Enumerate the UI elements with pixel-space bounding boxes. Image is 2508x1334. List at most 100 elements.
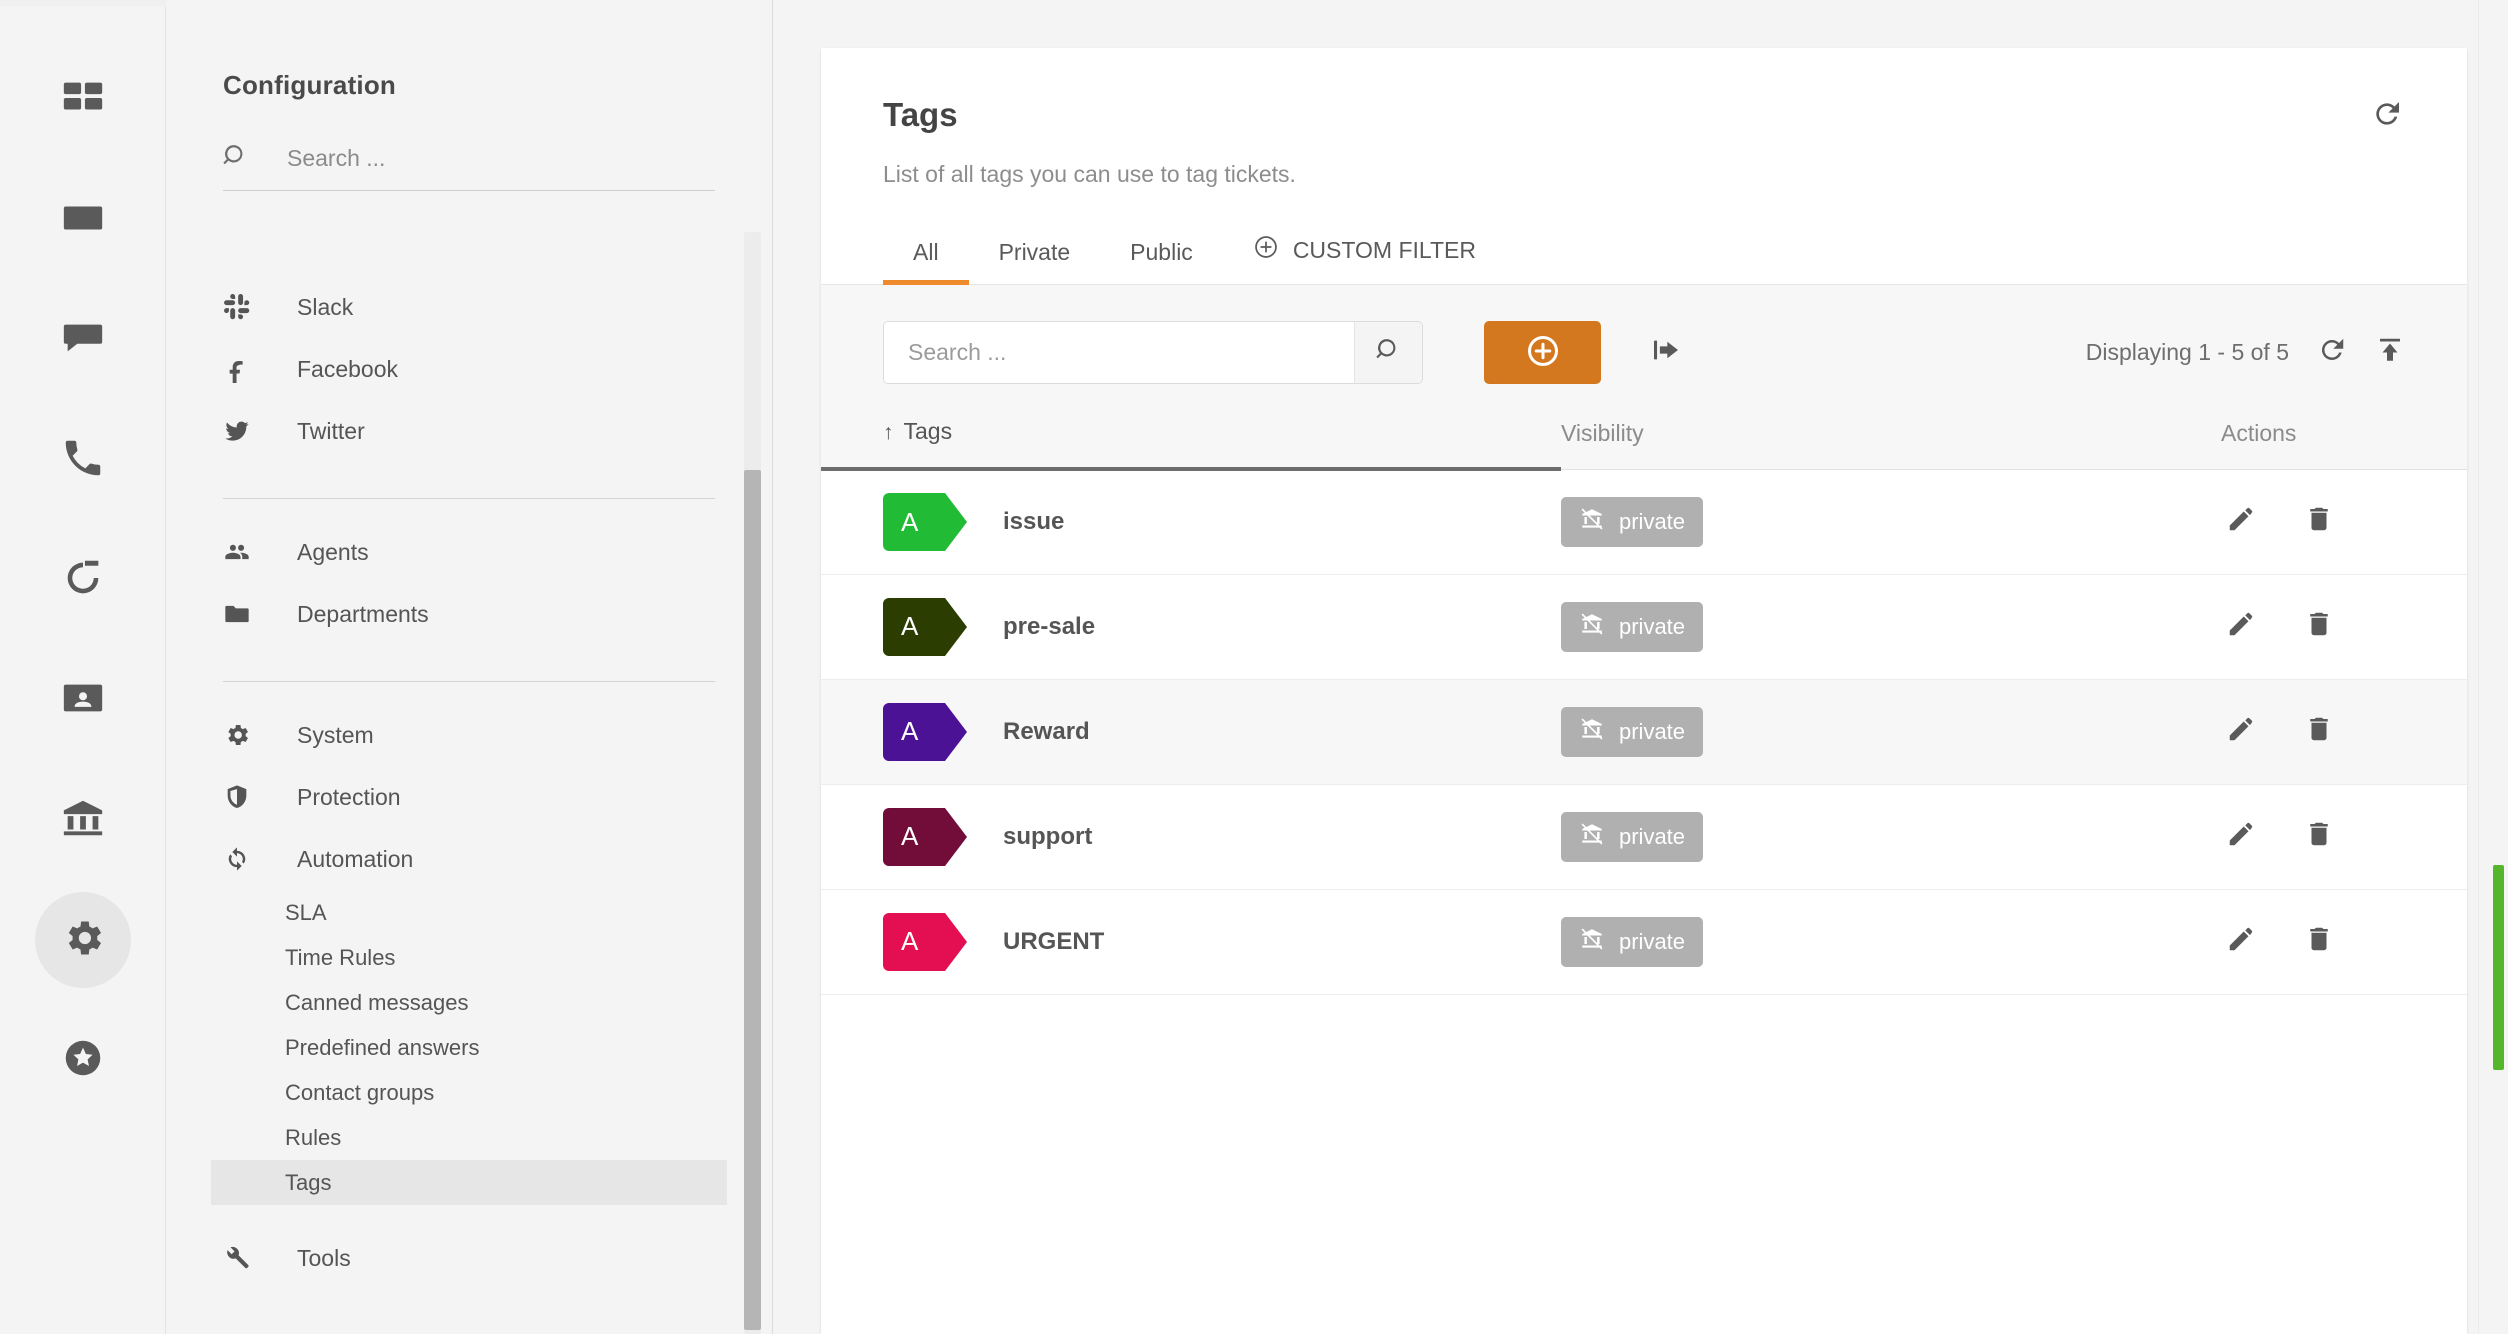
upload-button[interactable] (2375, 335, 2405, 370)
nav-subitem-contact-groups[interactable]: Contact groups (211, 1070, 727, 1115)
nav-subitem-predefined-answers[interactable]: Predefined answers (211, 1025, 727, 1070)
bank-icon-button[interactable] (35, 772, 131, 868)
delete-tag-button[interactable] (2299, 607, 2339, 647)
column-header-tags[interactable]: ↑ Tags (821, 418, 1561, 471)
bank-off-icon (1579, 821, 1605, 853)
pencil-icon (2226, 819, 2256, 854)
nav-subitem-sla[interactable]: SLA (211, 890, 727, 935)
star-badge-icon-button[interactable] (35, 1012, 131, 1108)
nav-item-label: Protection (297, 783, 401, 810)
contact-card-icon-button[interactable] (35, 652, 131, 748)
table-search-button[interactable] (1354, 322, 1422, 383)
page-scrollbar-thumb[interactable] (2493, 865, 2504, 1070)
delete-tag-button[interactable] (2299, 817, 2339, 857)
cell-actions (2221, 469, 2467, 574)
table-refresh-button[interactable] (2317, 335, 2347, 370)
table-search-input[interactable] (884, 322, 1354, 383)
delete-tag-button[interactable] (2299, 922, 2339, 962)
nav-subitem-canned-messages[interactable]: Canned messages (211, 980, 727, 1025)
nav-item-clipped[interactable] (223, 254, 715, 276)
nav-item-tools[interactable]: Tools (211, 1227, 727, 1289)
cell-visibility: private (1561, 784, 2221, 889)
cell-actions (2221, 889, 2467, 994)
nav-item-automation[interactable]: Automation (211, 828, 727, 890)
edit-tag-button[interactable] (2221, 607, 2261, 647)
activity-icon-button[interactable] (35, 532, 131, 628)
tab-label: CUSTOM FILTER (1292, 236, 1476, 263)
export-button[interactable] (1643, 330, 1689, 376)
nav-item-label: Automation (297, 845, 414, 872)
nav-item-facebook[interactable]: Facebook (211, 338, 727, 400)
star-badge-icon (60, 1035, 106, 1086)
sync-icon (223, 845, 269, 873)
tag-initial: A (901, 821, 919, 851)
gear-icon-button[interactable] (34, 892, 131, 988)
edit-tag-button[interactable] (2221, 922, 2261, 962)
slack-icon (223, 293, 269, 321)
delete-tag-button[interactable] (2299, 712, 2339, 752)
delete-tag-button[interactable] (2299, 502, 2339, 542)
bank-off-icon (1579, 611, 1605, 643)
bank-off-icon (1579, 716, 1605, 748)
nav-item-protection[interactable]: Protection (211, 766, 727, 828)
tab-public[interactable]: Public (1100, 239, 1223, 284)
table-row[interactable]: A Reward private (821, 679, 2467, 784)
card-refresh-button[interactable] (2359, 88, 2415, 144)
gear-icon (223, 721, 269, 749)
gear-icon (60, 915, 106, 966)
table-header-row: ↑ Tags Visibility Actions (821, 418, 2467, 471)
tab-private[interactable]: Private (969, 239, 1101, 284)
nav-item-label: Facebook (297, 355, 399, 382)
table-row[interactable]: A URGENT private (821, 889, 2467, 994)
edit-tag-button[interactable] (2221, 712, 2261, 752)
card-header: Tags List of all tags you can use to tag… (821, 48, 2467, 188)
table-row[interactable]: A support private (821, 784, 2467, 889)
cell-visibility: private (1561, 469, 2221, 574)
configuration-nav-list: Slack Facebook Twitter Agents Department… (166, 232, 772, 1325)
nav-item-slack[interactable]: Slack (211, 276, 727, 338)
configuration-search[interactable] (223, 143, 715, 191)
edit-tag-button[interactable] (2221, 817, 2261, 857)
column-header-visibility[interactable]: Visibility (1561, 418, 2221, 470)
visibility-badge: private (1561, 496, 1704, 547)
cell-visibility: private (1561, 574, 2221, 679)
page-scrollbar-track[interactable] (2478, 0, 2508, 1334)
visibility-badge: private (1561, 601, 1704, 652)
primary-icon-rail (0, 0, 166, 1334)
bank-off-icon (1579, 506, 1605, 538)
nav-subitem-label: Predefined answers (285, 1034, 480, 1060)
phone-icon-button[interactable] (35, 412, 131, 508)
configuration-scrollbar-track[interactable] (744, 232, 761, 1334)
cell-tag: A issue (821, 469, 1561, 574)
configuration-search-input[interactable] (287, 145, 715, 172)
cell-actions (2221, 679, 2467, 784)
tag-name: Reward (1003, 717, 1090, 745)
chat-icon-button[interactable] (35, 292, 131, 388)
add-tag-button[interactable] (1484, 321, 1601, 384)
configuration-scrollbar-thumb[interactable] (744, 470, 761, 1330)
twitter-icon (223, 417, 269, 445)
tag-initial: A (901, 926, 919, 956)
nav-subitem-tags[interactable]: Tags (211, 1160, 727, 1205)
pagination-summary: Displaying 1 - 5 of 5 (2086, 335, 2405, 370)
edit-tag-button[interactable] (2221, 502, 2261, 542)
nav-item-system[interactable]: System (211, 704, 727, 766)
nav-subitem-rules[interactable]: Rules (211, 1115, 727, 1160)
nav-item-agents[interactable]: Agents (211, 521, 727, 583)
table-row[interactable]: A issue private (821, 469, 2467, 574)
nav-item-departments[interactable]: Departments (211, 583, 727, 645)
shield-icon (223, 783, 269, 811)
column-header-actions: Actions (2221, 418, 2467, 470)
table-row[interactable]: A pre-sale private (821, 574, 2467, 679)
tab-all[interactable]: All (883, 239, 969, 285)
tab-custom-filter[interactable]: CUSTOM FILTER (1223, 234, 1506, 284)
nav-subitem-time-rules[interactable]: Time Rules (211, 935, 727, 980)
table-search[interactable] (883, 321, 1423, 384)
nav-item-twitter[interactable]: Twitter (211, 400, 727, 462)
app-root: Configuration Slack (0, 0, 2508, 1334)
mail-icon-button[interactable] (35, 172, 131, 268)
cell-visibility: private (1561, 889, 2221, 994)
dashboard-icon-button[interactable] (35, 52, 131, 148)
nav-subitem-label: Rules (285, 1124, 342, 1150)
nav-item-label: Agents (297, 538, 369, 565)
